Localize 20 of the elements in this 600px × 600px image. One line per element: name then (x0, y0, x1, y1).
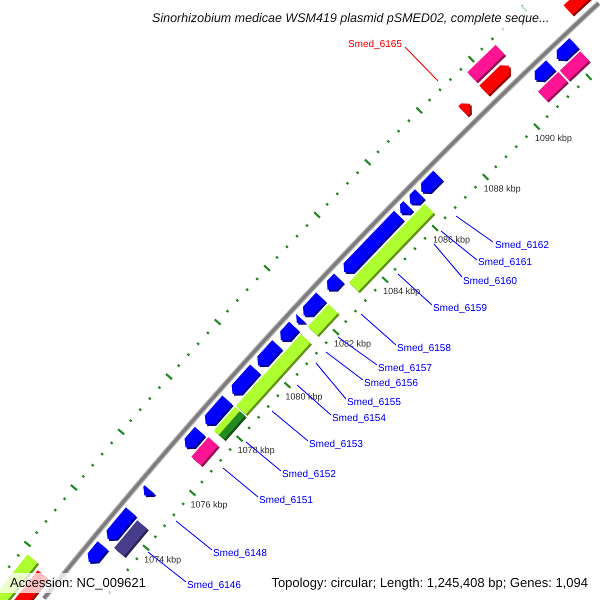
gene-label: Smed_6154 (332, 413, 386, 424)
gene-label: Smed_6160 (463, 276, 517, 287)
gene-label: Smed_6156 (364, 378, 418, 389)
scale-label: 1078 kbp (238, 445, 275, 456)
scale-label: 1090 kbp (534, 133, 572, 144)
gene-label: Smed_6151 (259, 495, 313, 506)
gene-label: Smed_6148 (213, 548, 267, 559)
gene-label: Smed_6162 (495, 240, 549, 251)
scale-label: 1086 kbp (433, 234, 470, 245)
scale-label: 1076 kbp (190, 499, 228, 510)
gene-label: Smed_6158 (397, 343, 451, 354)
gene-label: Smed_6155 (347, 397, 401, 408)
gene-label: Smed_6146 (187, 580, 241, 591)
gene-label: Smed_6152 (282, 469, 336, 480)
gene-label: Smed_6153 (309, 439, 363, 450)
gene-label: Smed_6165 (348, 39, 402, 50)
gene-label: Smed_6159 (433, 303, 487, 314)
gene-label: Smed_6161 (478, 257, 532, 268)
gene-label: Smed_6157 (378, 363, 432, 374)
scale-label: 1088 kbp (484, 184, 521, 194)
